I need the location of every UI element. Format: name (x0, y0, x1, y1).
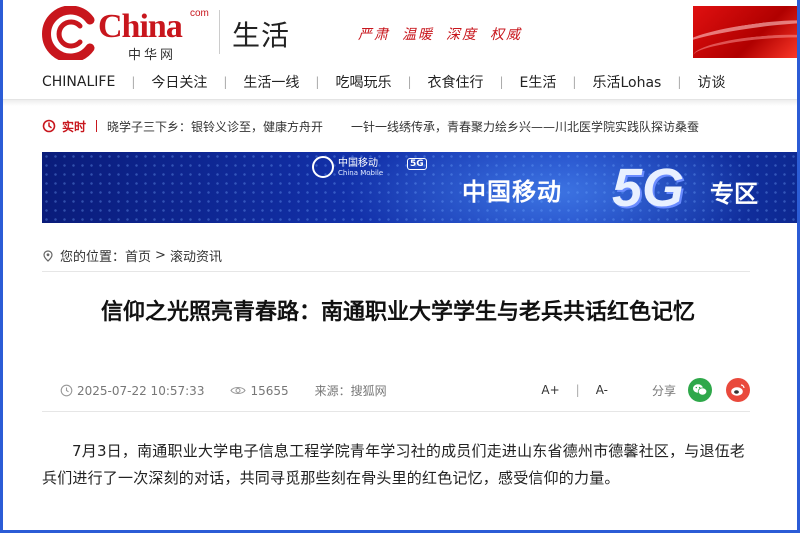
clock-icon (42, 119, 56, 133)
font-separator: | (575, 383, 580, 397)
logo-text: China (98, 8, 183, 45)
ad-5g-tag: 5G (407, 158, 427, 170)
nav-separator: | (499, 75, 504, 89)
article-title: 信仰之光照亮青春路：南通职业大学学生与老兵共话红色记忆 (100, 300, 695, 325)
share-label: 分享 (651, 383, 676, 398)
location-pin-icon (43, 249, 53, 262)
main-nav: CHINALIFE | 今日关注 | 生活一线 | 吃喝玩乐 | 衣食住行 | … (0, 66, 800, 100)
logo-com: com (190, 8, 209, 19)
breadcrumb: 您的位置： 首页 > 滚动资讯 (42, 246, 750, 272)
nav-separator: | (407, 75, 412, 89)
china-mobile-logo-icon (312, 156, 334, 178)
slogan-item: 严肃 (358, 27, 390, 43)
view-count: 15655 (250, 383, 289, 398)
nav-item-food-fun[interactable]: 吃喝玩乐 (335, 72, 391, 92)
slogan-item: 权威 (490, 27, 522, 43)
nav-separator: | (677, 75, 682, 89)
ticker-item[interactable]: 晓学子三下乡：银铃义诊至，健康方舟开 (107, 118, 323, 135)
ad-zone-text: 专区 (710, 180, 758, 208)
logo-sub: 中华网 (128, 48, 177, 63)
font-decrease-button[interactable]: A- (592, 383, 612, 397)
nav-item-chinalife[interactable]: CHINALIFE (42, 74, 115, 90)
header-banner-image[interactable] (693, 6, 800, 58)
ad-brand: 中国移动 China Mobile (312, 156, 383, 178)
breadcrumb-separator: > (155, 248, 166, 263)
header-divider (219, 10, 220, 54)
nav-separator: | (315, 75, 320, 89)
nav-separator: | (572, 75, 577, 89)
ad-brand-en: China Mobile (338, 168, 384, 177)
breadcrumb-prefix: 您的位置： (60, 250, 126, 265)
weibo-icon (731, 384, 745, 396)
slogan-item: 温暖 (402, 27, 434, 43)
article-meta: 2025-07-22 10:57:33 15655 来源： 搜狐网 A+ | A… (42, 372, 750, 412)
font-increase-button[interactable]: A+ (537, 383, 563, 397)
slogan: 严肃 温暖 深度 权威 (358, 24, 534, 44)
section-title[interactable]: 生活 (232, 14, 290, 54)
ticker-item[interactable]: 一针一线绣传承，青春聚力绘乡兴——川北医学院实践队探访桑蚕 (351, 118, 699, 135)
publish-date: 2025-07-22 10:57:33 (77, 383, 205, 398)
wechat-share-button[interactable] (688, 378, 712, 402)
nav-item-e-life[interactable]: E生活 (520, 72, 557, 92)
article-body-paragraph: 7月3日，南通职业大学电子信息工程学院青年学习社的成员们走进山东省德州市德馨社区… (42, 442, 746, 487)
source-label: 来源： (314, 384, 351, 398)
realtime-ticker: 实时 晓学子三下乡：银铃义诊至，健康方舟开 一针一线绣传承，青春聚力绘乡兴——川… (42, 116, 727, 136)
ad-5g-large: 5G (612, 158, 685, 218)
breadcrumb-home[interactable]: 首页 (125, 246, 151, 265)
breadcrumb-current[interactable]: 滚动资讯 (170, 246, 222, 265)
ticker-label: 实时 (62, 119, 87, 134)
nav-item-interview[interactable]: 访谈 (697, 72, 725, 92)
china-mobile-5g-ad[interactable]: 中国移动 China Mobile 5G 中国移动 5G 专区 (42, 152, 800, 223)
eye-icon (230, 386, 247, 395)
nav-item-today-focus[interactable]: 今日关注 (151, 72, 207, 92)
slogan-item: 深度 (446, 27, 478, 43)
nav-separator: | (131, 75, 136, 89)
ad-brand-name: 中国移动 (338, 157, 378, 169)
nav-item-living[interactable]: 衣食住行 (428, 72, 484, 92)
clock-icon (60, 384, 73, 397)
weibo-share-button[interactable] (726, 378, 750, 402)
nav-item-life-frontline[interactable]: 生活一线 (243, 72, 299, 92)
wechat-icon (693, 384, 708, 396)
site-header: China com 中华网 生活 严肃 温暖 深度 权威 (0, 0, 800, 64)
source-name[interactable]: 搜狐网 (351, 382, 387, 399)
nav-separator: | (223, 75, 228, 89)
nav-shadow (0, 100, 800, 106)
nav-item-lohas[interactable]: 乐活Lohas (592, 72, 661, 92)
ticker-divider (96, 120, 98, 132)
china-com-logo[interactable]: China com 中华网 (40, 6, 220, 63)
logo-swirl-icon (42, 6, 95, 60)
ad-main-text: 中国移动 (462, 178, 562, 206)
